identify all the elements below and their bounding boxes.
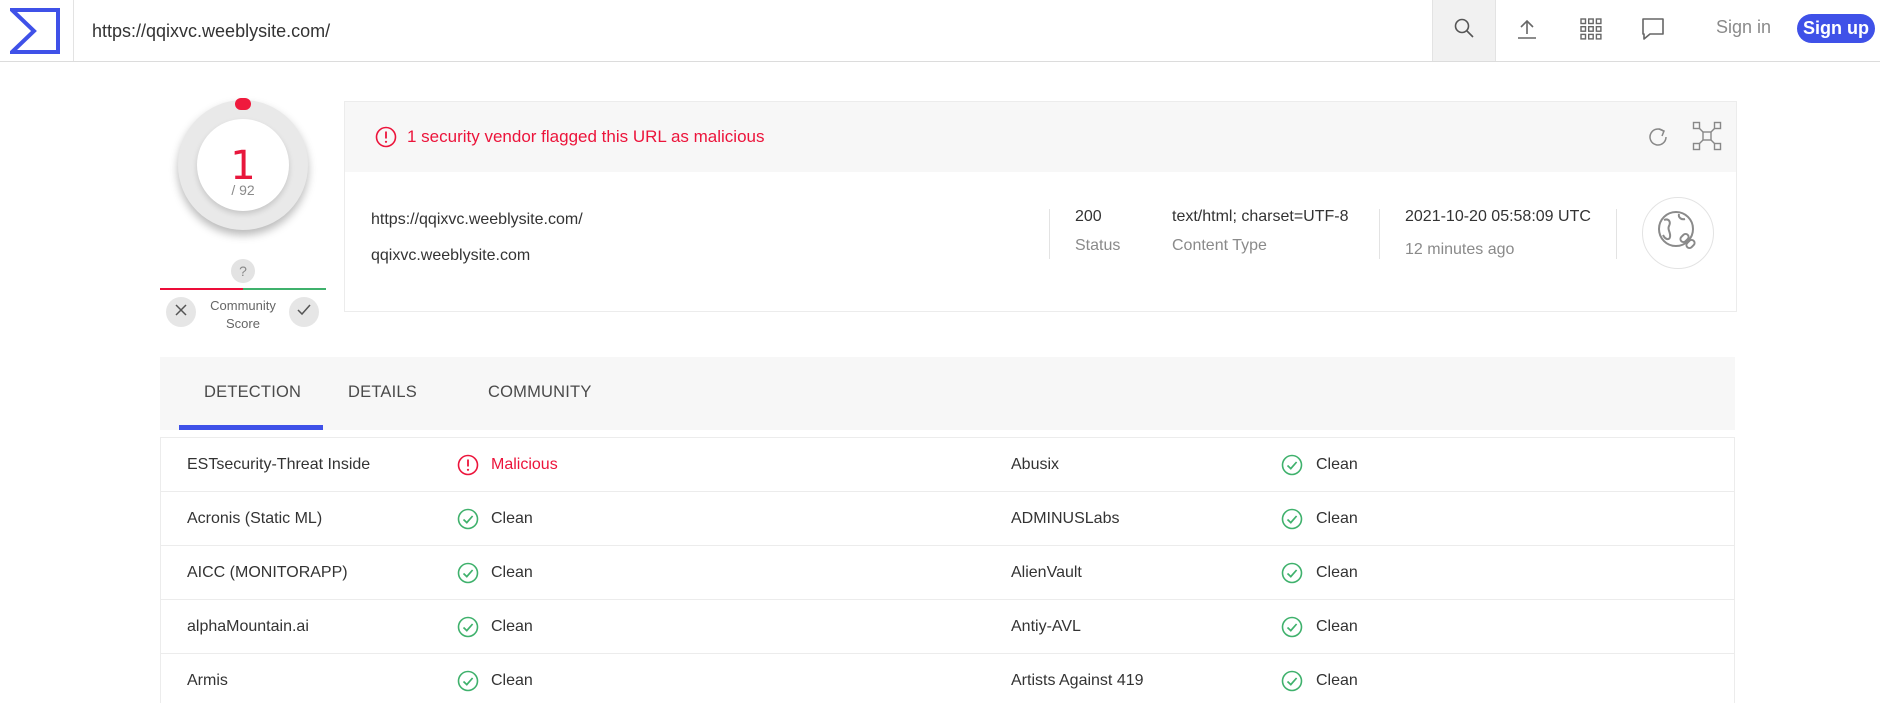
table-row: Acronis (Static ML) Clean ADMINUSLabs Clean — [161, 492, 1734, 546]
check-circle-icon — [1281, 616, 1303, 643]
summary-card: 1 security vendor flagged this URL as ma… — [344, 101, 1737, 312]
virustotal-logo[interactable] — [7, 8, 60, 54]
graph-icon[interactable] — [1692, 121, 1722, 156]
engine-total: / 92 — [231, 182, 255, 198]
detection-result: Clean — [491, 618, 533, 635]
alert-icon — [457, 454, 479, 481]
vote-harmless-button[interactable] — [289, 297, 319, 327]
detections-table: ESTsecurity-Threat Inside Malicious Abusix… — [160, 437, 1735, 703]
sign-up-button[interactable]: Sign up — [1797, 14, 1875, 43]
content-type-value: text/html; charset=UTF-8 — [1172, 208, 1349, 225]
url-type-badge — [1642, 197, 1714, 269]
vendor-name: Armis — [187, 672, 228, 689]
gauge-center: 1 / 92 — [197, 119, 289, 211]
community-score-label: Community Score — [198, 297, 288, 333]
check-circle-icon — [1281, 670, 1303, 697]
tab-community[interactable]: COMMUNITY — [488, 383, 592, 402]
tab-details[interactable]: DETAILS — [348, 383, 417, 402]
vendor-name: ADMINUSLabs — [1011, 510, 1120, 527]
vendor-name: Antiy-AVL — [1011, 618, 1081, 635]
gauge-marker — [235, 98, 251, 110]
analysis-age: 12 minutes ago — [1405, 241, 1515, 258]
table-row: alphaMountain.ai Clean Antiy-AVL Clean — [161, 600, 1734, 654]
detection-score-gauge: 1 / 92 — [178, 98, 308, 230]
content-type-label: Content Type — [1172, 237, 1267, 254]
meta-divider — [1379, 209, 1380, 259]
reanalyze-icon[interactable] — [1645, 124, 1671, 155]
chat-icon — [1640, 16, 1666, 47]
upload-button[interactable] — [1510, 14, 1544, 48]
vendor-name: alphaMountain.ai — [187, 618, 309, 635]
detection-result: Clean — [1316, 564, 1358, 581]
upload-icon — [1515, 17, 1539, 46]
status-value: 200 — [1075, 208, 1102, 225]
detection-result: Malicious — [491, 456, 558, 473]
sign-in-link[interactable]: Sign in — [1716, 17, 1771, 38]
alert-banner: 1 security vendor flagged this URL as ma… — [345, 102, 1736, 172]
analysis-date: 2021-10-20 05:58:09 UTC — [1405, 208, 1591, 225]
community-score-value: ? — [231, 259, 255, 283]
search-input[interactable] — [92, 17, 1392, 45]
analyzed-url[interactable]: https://qqixvc.weeblysite.com/ — [371, 211, 583, 229]
globe-link-icon — [1655, 208, 1701, 259]
logo-divider — [73, 0, 74, 61]
detection-result: Clean — [1316, 510, 1358, 527]
alert-icon — [375, 126, 397, 153]
search-button[interactable] — [1432, 0, 1496, 61]
community-score-bar-negative — [160, 288, 243, 290]
vendor-name: Abusix — [1011, 456, 1060, 473]
table-row: Armis Clean Artists Against 419 Clean — [161, 654, 1734, 703]
table-row: ESTsecurity-Threat Inside Malicious Abusix… — [161, 438, 1734, 492]
community-score-bar-positive — [243, 288, 326, 290]
chat-button[interactable] — [1636, 14, 1670, 48]
detection-result: Clean — [1316, 456, 1358, 473]
report-tabs: DETECTION DETAILS COMMUNITY — [160, 357, 1735, 430]
table-row: AICC (MONITORAPP) Clean AlienVault Clean — [161, 546, 1734, 600]
analyzed-domain[interactable]: qqixvc.weeblysite.com — [371, 247, 530, 265]
check-icon — [297, 303, 311, 321]
detection-result: Clean — [1316, 618, 1358, 635]
detection-result: Clean — [1316, 672, 1358, 689]
check-circle-icon — [457, 508, 479, 535]
community-label-line1: Community — [210, 298, 276, 313]
active-tab-indicator — [179, 425, 323, 430]
alert-message: 1 security vendor flagged this URL as ma… — [407, 127, 765, 146]
apps-grid-icon — [1579, 17, 1603, 46]
detection-result: Clean — [491, 564, 533, 581]
meta-divider — [1049, 209, 1050, 259]
community-label-line2: Score — [226, 316, 260, 331]
status-label: Status — [1075, 237, 1121, 254]
check-circle-icon — [1281, 562, 1303, 589]
vendor-name: Artists Against 419 — [1011, 672, 1144, 689]
check-circle-icon — [1281, 508, 1303, 535]
top-bar: Sign in Sign up — [0, 0, 1880, 62]
check-circle-icon — [457, 616, 479, 643]
search-icon — [1453, 17, 1475, 44]
vendor-name: AICC (MONITORAPP) — [187, 564, 348, 581]
meta-divider — [1616, 209, 1617, 259]
detection-result: Clean — [491, 672, 533, 689]
vendor-name: AlienVault — [1011, 564, 1082, 581]
vendor-name: Acronis (Static ML) — [187, 510, 323, 527]
apps-button[interactable] — [1574, 14, 1608, 48]
check-circle-icon — [457, 670, 479, 697]
close-icon — [175, 303, 187, 321]
vendor-name: ESTsecurity-Threat Inside — [187, 456, 371, 473]
check-circle-icon — [457, 562, 479, 589]
check-circle-icon — [1281, 454, 1303, 481]
tab-detection[interactable]: DETECTION — [204, 383, 301, 402]
detection-result: Clean — [491, 510, 533, 527]
vote-harmful-button[interactable] — [166, 297, 196, 327]
